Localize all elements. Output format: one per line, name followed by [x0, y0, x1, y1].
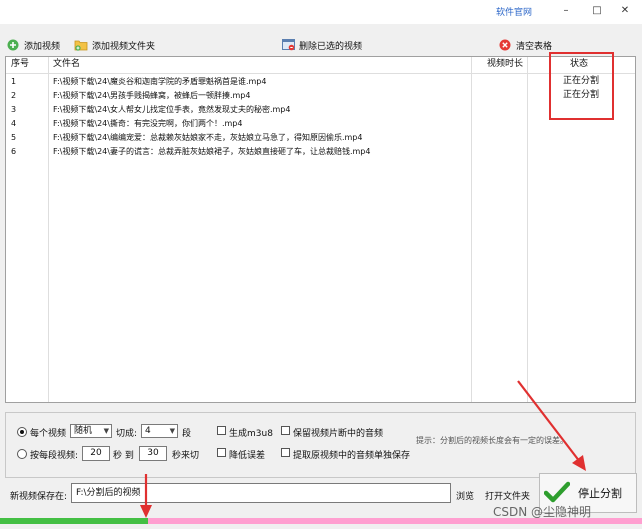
table-row[interactable]: 6 F:\视频下载\24\妻子的谎言：总裁弄脏灰姑娘裙子，灰姑娘直接砸了车，让总… — [6, 145, 635, 158]
toolbar: 添加视频 添加视频文件夹 删除已选的视频 清空表格 — [0, 34, 642, 56]
row-filename: F:\视频下载\24\编编宠爱：总裁赖灰姑娘家不走，灰姑娘立马急了，得知原因偷乐… — [53, 133, 363, 142]
generate-m3u8-checkbox[interactable] — [217, 426, 226, 435]
seconds-cut-label: 秒来切 — [172, 451, 200, 461]
delete-window-icon — [281, 38, 295, 52]
column-header-duration[interactable]: 视频时长 — [487, 57, 523, 72]
extract-audio-label: 提取原视频中的音频单独保存 — [293, 451, 411, 461]
add-video-button[interactable]: 添加视频 — [6, 36, 60, 54]
row-filename: F:\视频下载\24\男孩手贱揭蜂窝，被蜂后一顿胖揍.mp4 — [53, 91, 251, 100]
clear-table-label: 清空表格 — [516, 41, 553, 52]
segments-select-value: 4 — [145, 426, 151, 436]
keep-audio-label: 保留视频片断中的音频 — [293, 429, 384, 439]
row-index: 2 — [11, 91, 17, 100]
row-index: 5 — [11, 133, 17, 142]
column-header-index[interactable]: 序号 — [11, 57, 29, 72]
table-row[interactable]: 5 F:\视频下载\24\编编宠爱：总裁赖灰姑娘家不走，灰姑娘立马急了，得知原因… — [6, 131, 635, 144]
table-row[interactable]: 3 F:\视频下载\24\女人帮女儿找定位手表，竟然发现丈夫的秘密.mp4 — [6, 103, 635, 116]
segments-unit-label: 段 — [182, 429, 192, 439]
row-index: 4 — [11, 119, 17, 128]
to-seconds-input[interactable]: 30 — [139, 446, 167, 461]
open-folder-button[interactable]: 打开文件夹 — [485, 489, 530, 502]
chevron-down-icon: ▼ — [169, 427, 175, 435]
row-filename: F:\视频下载\24\女人帮女儿找定位手表，竟然发现丈夫的秘密.mp4 — [53, 105, 291, 114]
progress-fill — [0, 518, 148, 524]
title-bar: 软件官网 – □ ✕ — [0, 0, 642, 24]
close-icon[interactable]: ✕ — [615, 3, 635, 19]
split-hint-text: 提示：分割后的视频长度会有一定的误差。 — [416, 436, 568, 445]
table-row[interactable]: 2 F:\视频下载\24\男孩手贱揭蜂窝，被蜂后一顿胖揍.mp4 正在分割 — [6, 89, 635, 102]
browse-button[interactable]: 浏览 — [456, 489, 474, 502]
row-index: 3 — [11, 105, 17, 114]
header-divider — [6, 73, 635, 74]
row-index: 1 — [11, 77, 17, 86]
delete-selected-button[interactable]: 删除已选的视频 — [281, 36, 362, 54]
official-site-link[interactable]: 软件官网 — [496, 5, 532, 18]
reduce-error-label: 降低误差 — [229, 451, 266, 461]
extract-audio-checkbox[interactable] — [281, 448, 290, 457]
each-video-label: 每个视频 — [30, 429, 67, 439]
add-video-label: 添加视频 — [24, 41, 61, 52]
csdn-watermark: CSDN @尘隐神明 — [493, 505, 592, 519]
add-folder-label: 添加视频文件夹 — [92, 41, 156, 52]
folder-add-icon — [74, 38, 88, 52]
keep-audio-checkbox[interactable] — [281, 426, 290, 435]
add-folder-button[interactable]: 添加视频文件夹 — [74, 36, 155, 54]
chevron-down-icon: ▼ — [103, 427, 109, 435]
plus-circle-icon — [6, 38, 20, 52]
row-index: 6 — [11, 147, 17, 156]
stop-split-label: 停止分割 — [578, 487, 622, 500]
per-segment-label: 按每段视频: — [30, 451, 79, 461]
random-select[interactable]: 随机 ▼ — [70, 424, 112, 438]
row-filename: F:\视频下载\24\魔炎谷和迦南学院的矛盾罪魁祸首是谁.mp4 — [53, 77, 267, 86]
save-path-input[interactable]: F:\分割后的视频 — [71, 483, 451, 503]
clear-table-button[interactable]: 清空表格 — [498, 36, 552, 54]
video-file-table[interactable]: 序号 文件名 视频时长 状态 1 F:\视频下载\24\魔炎谷和迦南学院的矛盾罪… — [5, 56, 636, 403]
each-video-radio[interactable] — [17, 427, 27, 437]
minimize-icon[interactable]: – — [556, 3, 576, 19]
column-header-filename[interactable]: 文件名 — [53, 57, 80, 72]
row-filename: F:\视频下载\24\撕奇：有完没完啊，你们两个！.mp4 — [53, 119, 243, 128]
from-seconds-input[interactable]: 20 — [82, 446, 110, 461]
maximize-icon[interactable]: □ — [587, 3, 607, 19]
reduce-error-checkbox[interactable] — [217, 448, 226, 457]
clear-x-icon — [498, 38, 512, 52]
segments-select[interactable]: 4 ▼ — [141, 424, 178, 438]
save-path-label: 新视频保存在: — [10, 492, 68, 502]
random-select-value: 随机 — [74, 426, 93, 436]
delete-selected-label: 删除已选的视频 — [299, 41, 363, 52]
status-highlight-box — [549, 52, 614, 120]
per-segment-radio[interactable] — [17, 449, 27, 459]
table-row[interactable]: 1 F:\视频下载\24\魔炎谷和迦南学院的矛盾罪魁祸首是谁.mp4 正在分割 — [6, 75, 635, 88]
checkmark-icon — [543, 481, 571, 506]
cut-into-label: 切成: — [116, 429, 138, 439]
seconds-to-label: 秒 到 — [113, 451, 134, 461]
row-filename: F:\视频下载\24\妻子的谎言：总裁弄脏灰姑娘裙子，灰姑娘直接砸了车，让总裁赔… — [53, 147, 371, 156]
generate-m3u8-label: 生成m3u8 — [229, 429, 273, 439]
table-row[interactable]: 4 F:\视频下载\24\撕奇：有完没完啊，你们两个！.mp4 — [6, 117, 635, 130]
